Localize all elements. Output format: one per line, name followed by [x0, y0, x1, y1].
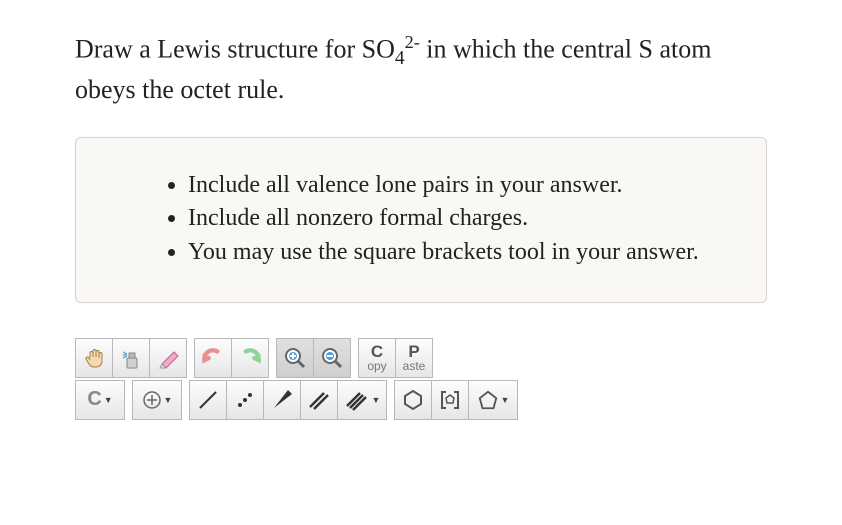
chevron-down-icon: ▼: [372, 395, 381, 405]
pentagon-icon: [477, 389, 499, 411]
plus-circle-icon: [142, 390, 162, 410]
redo-button[interactable]: [231, 338, 269, 378]
copy-label-bottom: opy: [367, 360, 386, 372]
redo-icon: [237, 345, 263, 371]
formula-base: SO: [362, 35, 395, 64]
undo-icon: [200, 345, 226, 371]
ring-button[interactable]: [394, 380, 432, 420]
wedge-bond-button[interactable]: [263, 380, 301, 420]
triple-bond-icon: [344, 387, 370, 413]
element-label: C: [87, 388, 101, 411]
element-picker-button[interactable]: C ▼: [75, 380, 125, 420]
chevron-down-icon: ▼: [164, 395, 173, 405]
toolbar-row-2: C ▼ ▼: [75, 380, 767, 422]
instruction-item: You may use the square brackets tool in …: [188, 237, 716, 268]
copy-button[interactable]: C opy: [358, 338, 396, 378]
instruction-item: Include all nonzero formal charges.: [188, 203, 716, 234]
double-bond-icon: [306, 387, 332, 413]
brackets-button[interactable]: [431, 380, 469, 420]
hexagon-icon: [401, 388, 425, 412]
zoom-out-icon: [320, 346, 344, 370]
brackets-icon: [438, 388, 462, 412]
hand-icon: [82, 346, 106, 370]
charge-button[interactable]: ▼: [132, 380, 182, 420]
lone-pair-icon: [232, 387, 258, 413]
double-bond-button[interactable]: [300, 380, 338, 420]
instruction-item: Include all valence lone pairs in your a…: [188, 170, 716, 201]
paste-label-bottom: aste: [403, 360, 426, 372]
hand-tool-button[interactable]: [75, 338, 113, 378]
triple-bond-button[interactable]: ▼: [337, 380, 387, 420]
eraser-tool-button[interactable]: [149, 338, 187, 378]
question-prefix: Draw a Lewis structure for: [75, 35, 362, 64]
paste-button[interactable]: P aste: [395, 338, 433, 378]
eraser-icon: [156, 346, 180, 370]
chevron-down-icon: ▼: [501, 395, 510, 405]
copy-label-top: C: [371, 343, 383, 360]
spray-icon: [119, 346, 143, 370]
drawing-toolbar: C opy P aste C ▼ ▼: [75, 338, 767, 422]
zoom-in-icon: [283, 346, 307, 370]
spray-tool-button[interactable]: [112, 338, 150, 378]
formula-superscript: 2-: [405, 32, 420, 52]
question-prompt: Draw a Lewis structure for SO42- in whic…: [75, 30, 767, 107]
instructions-panel: Include all valence lone pairs in your a…: [75, 137, 767, 303]
lone-pair-button[interactable]: [226, 380, 264, 420]
polygon-button[interactable]: ▼: [468, 380, 518, 420]
undo-button[interactable]: [194, 338, 232, 378]
chevron-down-icon: ▼: [104, 395, 113, 405]
zoom-out-button[interactable]: [313, 338, 351, 378]
zoom-in-button[interactable]: [276, 338, 314, 378]
formula-subscript: 4: [395, 48, 405, 69]
wedge-icon: [269, 387, 295, 413]
toolbar-row-1: C opy P aste: [75, 338, 767, 380]
single-bond-button[interactable]: [189, 380, 227, 420]
single-bond-icon: [195, 387, 221, 413]
paste-label-top: P: [408, 343, 419, 360]
